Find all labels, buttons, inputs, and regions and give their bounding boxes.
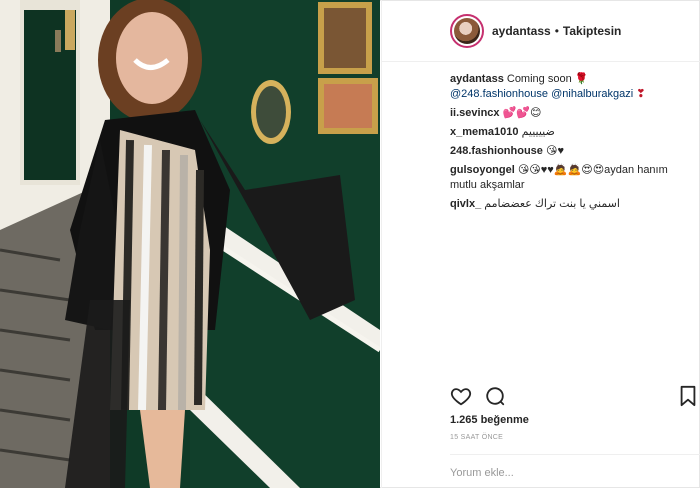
header-text: aydantass • Takiptesin: [492, 24, 621, 38]
list-item: gulsoyongel 😘😘♥♥🙇🙇😍😍aydan hanım mutlu ak…: [450, 163, 695, 193]
post-timestamp: 15 SAAT ÖNCE: [450, 434, 504, 441]
mention-link[interactable]: @248.fashionhouse: [450, 88, 548, 100]
list-item: ii.sevincx 💕💕😊: [450, 106, 695, 121]
comment-text: Coming soon: [506, 73, 572, 85]
profile-avatar[interactable]: [450, 14, 484, 48]
comment-username[interactable]: x_mema1010: [450, 126, 519, 138]
likes-count[interactable]: 1.265 beğenme: [450, 414, 529, 426]
heart-exclamation-emoji-icon: ❣: [636, 88, 646, 100]
comment-username[interactable]: ii.sevincx: [450, 107, 500, 119]
heart-icon[interactable]: [450, 385, 472, 407]
comment-list: aydantass Coming soon 🌹 @248.fashionhous…: [450, 72, 695, 216]
mention-link[interactable]: @nihalburakgazi: [551, 88, 633, 100]
rose-emoji-icon: 🌹: [574, 73, 589, 85]
header-username[interactable]: aydantass: [492, 24, 551, 38]
comment-icon[interactable]: [484, 385, 506, 407]
list-item: x_mema1010 ضيييييم: [450, 125, 695, 140]
comment-username[interactable]: 248.fashionhouse: [450, 145, 543, 157]
post-header: aydantass • Takiptesin: [382, 0, 700, 62]
post-side-panel: aydantass • Takiptesin aydantass Coming so…: [381, 0, 700, 488]
post-photo[interactable]: [0, 0, 380, 488]
avatar-image: [454, 18, 480, 44]
comment-input[interactable]: [450, 467, 690, 479]
comment-text: اسمني يا بنت تراك ععضضامم: [484, 198, 620, 210]
comment-text: ضيييييم: [521, 126, 555, 138]
post-photo-image: [0, 0, 380, 488]
comment-box: [450, 454, 700, 488]
action-bar: [450, 385, 700, 409]
list-item: 248.fashionhouse 😘♥: [450, 144, 695, 159]
comment-username[interactable]: aydantass: [450, 73, 504, 85]
bookmark-icon[interactable]: [678, 385, 698, 407]
comment-username[interactable]: qivlx_: [450, 198, 481, 210]
header-separator: •: [554, 24, 559, 38]
caption-comment: aydantass Coming soon 🌹 @248.fashionhous…: [450, 72, 695, 102]
follow-status[interactable]: Takiptesin: [563, 24, 621, 38]
comment-text: 😘♥: [545, 145, 564, 157]
comment-text: 💕💕😊: [502, 107, 542, 119]
list-item: qivlx_ اسمني يا بنت تراك ععضضامم: [450, 197, 695, 212]
comment-username[interactable]: gulsoyongel: [450, 164, 515, 176]
